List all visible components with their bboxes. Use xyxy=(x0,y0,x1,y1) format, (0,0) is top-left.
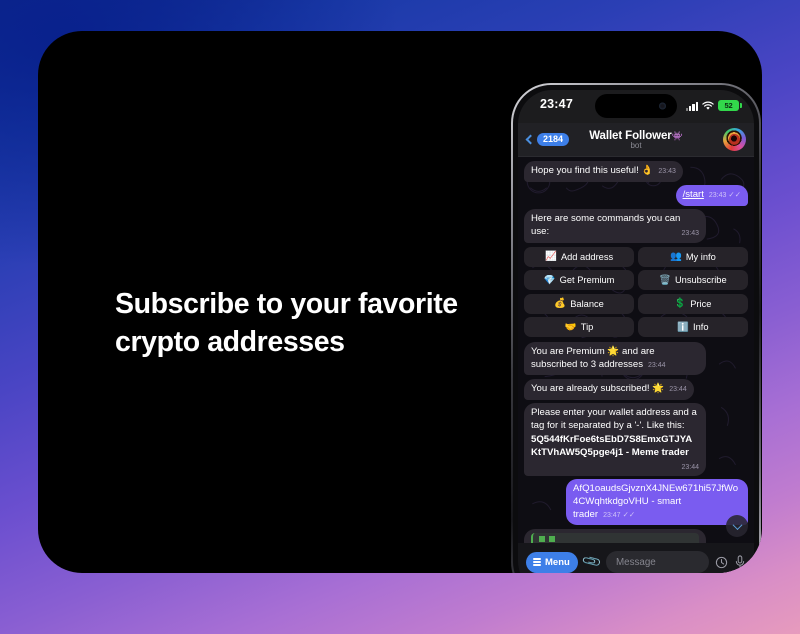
clock-icon[interactable] xyxy=(715,556,728,569)
phone-frame: 23:47 52 2184 Wallet Follower👾 bot Hope … xyxy=(511,83,761,573)
status-indicators: 52 xyxy=(685,100,742,111)
message-row: AfQ1oaudsGjvznX4JNEw671hi57JfWo4CWq... S… xyxy=(524,528,748,543)
message-time: 23:47 xyxy=(603,511,621,519)
alien-monster-icon: 👾 xyxy=(671,130,683,141)
people-icon: 👥 xyxy=(669,251,682,263)
message-row: Hope you find this useful! 👌 23:43 xyxy=(524,161,748,182)
message-bubble-incoming[interactable]: Here are some commands you can use: 23:4… xyxy=(524,209,706,243)
phone-body: 23:47 52 2184 Wallet Follower👾 bot Hope … xyxy=(513,85,759,573)
message-row: AfQ1oaudsGjvznX4JNEw671hi57JfWo4CWqhtkdg… xyxy=(524,479,748,526)
wifi-icon xyxy=(702,101,714,110)
message-time: 23:43 xyxy=(658,168,676,175)
message-text: Here are some commands you can use: xyxy=(531,213,681,237)
avatar[interactable] xyxy=(723,128,746,151)
message-input[interactable]: Message xyxy=(606,551,709,573)
microphone-icon[interactable] xyxy=(734,555,746,569)
command-button-tip[interactable]: 🤝 Tip xyxy=(524,317,635,338)
cellular-bars-icon xyxy=(685,101,698,111)
message-row: You are already subscribed! 🌟 23:44 xyxy=(524,378,748,400)
dynamic-island xyxy=(595,94,677,118)
message-bubble-incoming[interactable]: You are already subscribed! 🌟 23:44 xyxy=(524,378,694,400)
phone-mockup: 23:47 52 2184 Wallet Follower👾 bot Hope … xyxy=(511,83,761,573)
command-button-my-info[interactable]: 👥 My info xyxy=(637,246,748,267)
battery-icon: 52 xyxy=(718,100,742,111)
command-button-price[interactable]: 💲 Price xyxy=(637,293,748,314)
command-button-label: Tip xyxy=(580,322,594,333)
chat-header: 2184 Wallet Follower👾 bot xyxy=(518,123,754,157)
money-bag-icon: 💰 xyxy=(554,298,567,310)
message-time: 23:44 xyxy=(669,385,687,393)
back-chevron-icon xyxy=(525,134,536,145)
trash-icon: 🗑️ xyxy=(659,274,671,286)
message-time: 23:44 xyxy=(681,463,699,471)
front-camera-icon xyxy=(659,102,666,110)
message-bubble-incoming[interactable]: You are Premium 🌟 and are subscribed to … xyxy=(524,342,706,376)
command-button-get-premium[interactable]: 💎 Get Premium xyxy=(524,270,635,291)
command-button-label: Add address xyxy=(560,251,614,262)
command-button-label: Unsubscribe xyxy=(674,275,727,286)
chart-up-icon: 📈 xyxy=(545,251,557,263)
command-button-label: Price xyxy=(690,298,712,309)
status-bar: 23:47 52 xyxy=(518,90,754,123)
message-row: Here are some commands you can use: 23:4… xyxy=(524,209,748,243)
chat-message-list[interactable]: Hope you find this useful! 👌 23:43 /start… xyxy=(518,157,754,543)
address-quote-block[interactable]: AfQ1oaudsGjvznX4JNEw671hi57JfWo4CWq... xyxy=(531,532,699,543)
message-bubble-subscribed[interactable]: AfQ1oaudsGjvznX4JNEw671hi57JfWo4CWq... S… xyxy=(524,528,706,543)
message-time: 23:43 xyxy=(681,229,699,237)
handshake-icon: 🤝 xyxy=(564,321,577,333)
message-text: You are already subscribed! 🌟 xyxy=(531,382,665,394)
command-button-unsubscribe[interactable]: 🗑️ Unsubscribe xyxy=(637,270,748,291)
menu-button[interactable]: Menu xyxy=(526,551,578,573)
green-squares-icon xyxy=(539,535,693,542)
chevron-down-icon xyxy=(732,519,742,530)
paperclip-icon[interactable]: 📎 xyxy=(581,551,603,573)
diamond-icon: 💎 xyxy=(543,274,556,286)
message-bubble-outgoing[interactable]: /start 23:43 ✓✓ xyxy=(675,185,748,206)
chat-title-text: Wallet Follower xyxy=(589,129,672,142)
command-link[interactable]: /start xyxy=(683,189,704,200)
message-bubble-incoming[interactable]: Please enter your wallet address and a t… xyxy=(524,403,706,476)
message-input-placeholder: Message xyxy=(616,556,656,568)
read-receipt-icon: ✓✓ xyxy=(622,509,636,519)
page-title: Subscribe to your favorite crypto addres… xyxy=(115,288,458,358)
message-text: You are Premium 🌟 and are subscribed to … xyxy=(531,346,655,370)
hamburger-icon xyxy=(533,558,541,566)
messages-container: Hope you find this useful! 👌 23:43 /start… xyxy=(524,161,748,543)
read-receipt-icon: ✓✓ xyxy=(728,190,741,200)
command-keyboard: 📈 Add address 👥 My info 💎 Get Premium 🗑️… xyxy=(524,246,748,338)
message-time: 23:43 xyxy=(708,192,727,200)
message-row: /start 23:43 ✓✓ xyxy=(524,185,748,206)
command-button-add-address[interactable]: 📈 Add address xyxy=(524,246,635,267)
command-button-label: Balance xyxy=(570,298,604,309)
unread-count-badge: 2184 xyxy=(537,133,570,146)
example-wallet-address: 5Q544fKrFoe6tsEbD7S8EmxGTJYAKtTVhAW5Q5pg… xyxy=(531,434,693,459)
status-time: 23:47 xyxy=(540,97,573,111)
content-card: Subscribe to your favorite crypto addres… xyxy=(38,31,762,573)
command-button-balance[interactable]: 💰 Balance xyxy=(524,293,635,314)
message-row: You are Premium 🌟 and are subscribed to … xyxy=(524,342,748,376)
message-bubble-outgoing[interactable]: AfQ1oaudsGjvznX4JNEw671hi57JfWo4CWqhtkdg… xyxy=(566,479,748,526)
message-text: AfQ1oaudsGjvznX4JNEw671hi57JfWo4CWqhtkdg… xyxy=(573,483,739,520)
menu-button-label: Menu xyxy=(545,556,570,568)
command-button-label: My info xyxy=(685,251,716,262)
command-button-info[interactable]: ℹ️ Info xyxy=(637,317,748,338)
message-time: 23:44 xyxy=(648,361,666,369)
phone-screen: 23:47 52 2184 Wallet Follower👾 bot Hope … xyxy=(518,90,754,573)
back-button[interactable]: 2184 xyxy=(525,133,570,146)
command-button-label: Get Premium xyxy=(559,275,615,286)
command-button-label: Info xyxy=(693,322,709,333)
message-text: Hope you find this useful! 👌 xyxy=(531,165,654,176)
battery-level: 52 xyxy=(724,100,733,110)
message-row: Please enter your wallet address and a t… xyxy=(524,403,748,476)
message-text: Please enter your wallet address and a t… xyxy=(531,407,697,431)
scroll-to-bottom-button[interactable] xyxy=(726,515,748,537)
info-icon: ℹ️ xyxy=(677,321,690,333)
dollar-icon: 💲 xyxy=(674,298,687,310)
message-input-bar: Menu 📎 Message xyxy=(518,543,754,573)
message-bubble-incoming[interactable]: Hope you find this useful! 👌 23:43 xyxy=(524,161,683,182)
